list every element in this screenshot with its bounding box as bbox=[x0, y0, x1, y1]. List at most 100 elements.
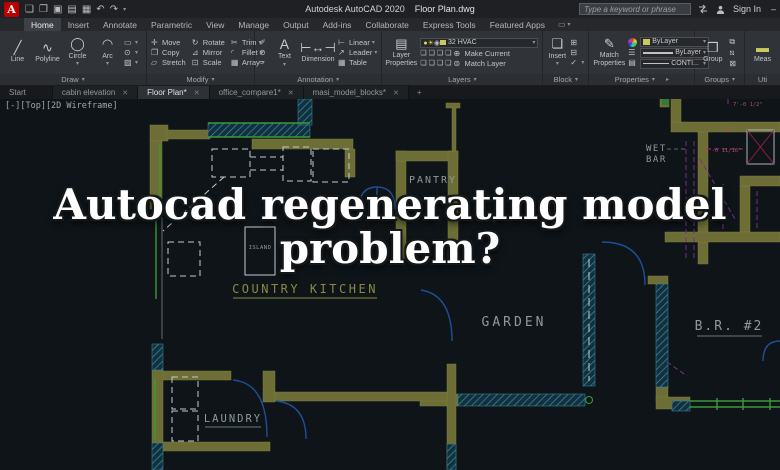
file-tab-masi-model-blocks[interactable]: masi_model_blocks* ✕ bbox=[303, 86, 409, 99]
circle-button[interactable]: ◯ Circle ▾ bbox=[64, 36, 91, 68]
new-drawing-tab-button[interactable]: + bbox=[409, 86, 430, 99]
hatch-button[interactable]: ▨ ▾ bbox=[124, 58, 138, 67]
close-icon[interactable]: ✕ bbox=[393, 89, 399, 97]
panel-modify-footer[interactable]: Modify ▾ bbox=[146, 74, 254, 85]
viewport-controls[interactable]: [-][Top][2D Wireframe] bbox=[5, 101, 118, 111]
search-input[interactable] bbox=[578, 3, 691, 15]
label-wetbar-2: BAR bbox=[646, 155, 667, 165]
model-space-canvas[interactable]: [-][Top][2D Wireframe] PANTRY WET BAR GA… bbox=[0, 99, 780, 470]
match-layer-button[interactable]: ❏ ❏ ❏ ❏ ⊜ Match Layer bbox=[420, 59, 538, 68]
tab-add-ins[interactable]: Add-ins bbox=[316, 18, 359, 31]
undo-icon[interactable]: ↶ bbox=[96, 4, 104, 15]
group-button[interactable]: ❒ Group bbox=[699, 40, 726, 64]
dimension-button[interactable]: ⊢↔⊣ Dimension bbox=[300, 40, 336, 64]
copy-button[interactable]: ❐ Copy bbox=[151, 48, 186, 57]
sign-in-button[interactable]: Sign In bbox=[733, 4, 761, 14]
close-icon[interactable]: ✕ bbox=[288, 89, 294, 97]
ribbon-state-toggle-icon[interactable]: ▭ ▾ bbox=[558, 18, 571, 31]
headline-line1: Autocad regenerating model bbox=[53, 180, 727, 229]
panel-annotation-footer[interactable]: Annotation ▾ bbox=[254, 74, 382, 85]
layer-properties-icon: ▤ bbox=[395, 36, 408, 52]
tab-collaborate[interactable]: Collaborate bbox=[358, 18, 415, 31]
text-button[interactable]: A Text ▾ bbox=[271, 36, 298, 69]
redo-icon[interactable]: ↷ bbox=[110, 4, 118, 15]
create-block-icon[interactable]: ⊟ bbox=[570, 48, 584, 57]
plot-icon[interactable]: ▦ bbox=[82, 4, 91, 15]
ungroup-icon[interactable]: ⧉ bbox=[729, 37, 738, 47]
autocad-window: A ❏ ❐ ▣ ▤ ▦ ↶ ↷ ▾ Autodesk AutoCAD 2020 F… bbox=[0, 0, 780, 470]
match-properties-icon: ✎ bbox=[603, 36, 615, 52]
user-icon[interactable] bbox=[715, 3, 727, 15]
array-icon: ▦ bbox=[230, 58, 239, 67]
arc-icon: ◠ bbox=[101, 36, 114, 52]
save-as-icon[interactable]: ▤ bbox=[67, 4, 76, 15]
panel-groups-footer[interactable]: Groups ▾ bbox=[695, 74, 744, 85]
autocad-logo-icon[interactable]: A bbox=[4, 1, 19, 17]
move-button[interactable]: ✛ Move bbox=[151, 38, 186, 47]
measure-button[interactable]: ▬ Meas bbox=[749, 40, 776, 64]
lineweight-icon[interactable]: ☰ bbox=[628, 48, 637, 57]
edit-attribute-icon[interactable]: ⊞ bbox=[570, 38, 584, 47]
tab-home[interactable]: Home bbox=[24, 18, 61, 31]
linetype-icon[interactable]: ▤ bbox=[628, 58, 637, 67]
tab-output[interactable]: Output bbox=[276, 18, 316, 31]
leader-button[interactable]: ↗ Leader ▾ bbox=[338, 48, 377, 57]
panel-annotation: ✐ ⊘ ≈ A Text ▾ ⊢↔⊣ Dimension ⊢ Linear ▾ ↗ Lead… bbox=[254, 31, 383, 85]
modify-extra-3-icon[interactable]: ≈ bbox=[259, 58, 268, 67]
label-country-kitchen: COUNTRY KITCHEN bbox=[232, 282, 378, 296]
scale-button[interactable]: ⊡ Scale bbox=[192, 58, 225, 67]
tab-featured-apps[interactable]: Featured Apps bbox=[483, 18, 552, 31]
polyline-button[interactable]: ∿ Polyline bbox=[34, 40, 61, 64]
panel-draw-footer[interactable]: Draw ▾ bbox=[0, 74, 146, 85]
mirror-button[interactable]: ⊿ Mirror bbox=[192, 48, 225, 57]
color-wheel-icon[interactable] bbox=[628, 38, 638, 47]
insert-button[interactable]: ❏ Insert ▾ bbox=[547, 36, 567, 68]
leader-icon: ↗ bbox=[337, 48, 345, 57]
tab-annotate[interactable]: Annotate bbox=[96, 18, 144, 31]
stretch-button[interactable]: ▱ Stretch bbox=[151, 58, 186, 67]
rotate-button[interactable]: ↻ Rotate bbox=[192, 38, 225, 47]
tab-manage[interactable]: Manage bbox=[231, 18, 276, 31]
label-wetbar-1: WET bbox=[646, 144, 667, 154]
make-current-button[interactable]: ❏ ❏ ❏ ❏ ⊕ Make Current bbox=[420, 49, 538, 58]
modify-extra-1-icon[interactable]: ✐ bbox=[259, 38, 268, 47]
headline-text: Autocad regenerating model problem? bbox=[0, 180, 780, 271]
tab-insert[interactable]: Insert bbox=[61, 18, 96, 31]
open-file-icon[interactable]: ❐ bbox=[39, 4, 48, 15]
qat-dropdown-icon[interactable]: ▾ bbox=[123, 6, 126, 13]
tab-view[interactable]: View bbox=[199, 18, 231, 31]
file-tab-cabin-elevation[interactable]: cabin elevation ✕ bbox=[52, 86, 139, 99]
file-tab-start[interactable]: Start bbox=[0, 86, 53, 99]
ribbon: ╱ Line ∿ Polyline ◯ Circle ▾ ◠ Arc ▾ ▭ ▾ ⊙ ▾ ▨ ▾ … bbox=[0, 31, 780, 86]
close-icon[interactable]: ✕ bbox=[194, 89, 200, 97]
table-button[interactable]: ▦ Table bbox=[338, 58, 377, 67]
exchange-icon[interactable] bbox=[697, 3, 709, 15]
panel-properties-footer[interactable]: Properties ▾ ▸ bbox=[589, 74, 695, 85]
file-tab-office-compare[interactable]: office_compare1* ✕ bbox=[209, 86, 304, 99]
tab-express-tools[interactable]: Express Tools bbox=[416, 18, 483, 31]
panel-modify: ✛ Move ❐ Copy ▱ Stretch ↻ Rotate ⊿ Mirror ⊡ Sc… bbox=[146, 31, 265, 85]
ellipse-button[interactable]: ⊙ ▾ bbox=[124, 48, 138, 57]
line-button[interactable]: ╱ Line bbox=[4, 40, 31, 64]
group-selection-icon[interactable]: ⊠ bbox=[729, 59, 738, 68]
file-tab-floor-plan[interactable]: Floor Plan* ✕ bbox=[138, 86, 210, 99]
table-icon: ▦ bbox=[337, 58, 346, 67]
block-editor-icon[interactable]: ✓ ▾ bbox=[570, 58, 584, 67]
arc-button[interactable]: ◠ Arc ▾ bbox=[94, 36, 121, 68]
panel-layers-footer[interactable]: Layers ▾ bbox=[382, 74, 543, 85]
panel-block-footer[interactable]: Block ▾ bbox=[543, 74, 589, 85]
tab-parametric[interactable]: Parametric bbox=[144, 18, 199, 31]
rectangle-button[interactable]: ▭ ▾ bbox=[124, 38, 138, 47]
panel-utilities-footer[interactable]: Uti bbox=[745, 74, 780, 85]
linear-button[interactable]: ⊢ Linear ▾ bbox=[338, 38, 377, 47]
match-properties-button[interactable]: ✎ Match Properties bbox=[593, 36, 625, 68]
layer-select[interactable]: ●☀◉ 32 HVAC ▾ bbox=[420, 37, 539, 48]
layer-properties-button[interactable]: ▤ Layer Properties bbox=[385, 36, 417, 68]
minimize-icon[interactable]: – bbox=[771, 4, 776, 14]
modify-extra-2-icon[interactable]: ⊘ bbox=[259, 48, 268, 57]
save-icon[interactable]: ▣ bbox=[53, 4, 62, 15]
close-icon[interactable]: ✕ bbox=[122, 89, 128, 97]
match-layer-icon: ⊜ bbox=[453, 58, 461, 68]
new-file-icon[interactable]: ❏ bbox=[25, 4, 34, 15]
group-edit-icon[interactable]: ⧅ bbox=[729, 48, 738, 58]
